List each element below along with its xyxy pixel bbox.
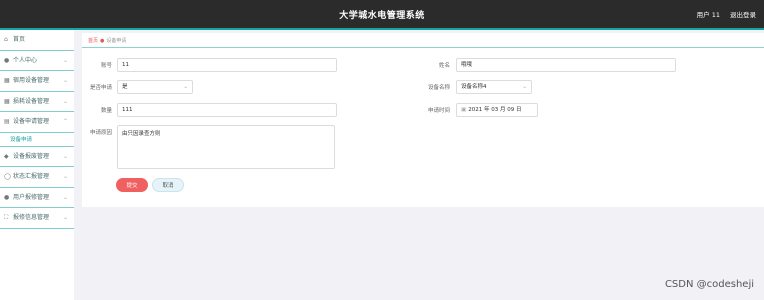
sidebar-item-home[interactable]: ⌂ 首页	[0, 30, 74, 51]
breadcrumb-current: 设备申请	[106, 38, 127, 44]
diamond-icon: ◆	[4, 152, 9, 160]
reason-textarea[interactable]: 由只因录查方则	[117, 125, 335, 169]
sidebar-item-label: 设备申请管理	[13, 118, 50, 125]
sidebar-item-personal-center[interactable]: ● 个人中心 ⌄	[0, 51, 74, 71]
sidebar-item-label: 报修信息管理	[13, 214, 50, 221]
account-label: 账号	[100, 63, 112, 69]
chevron-down-icon: ⌄	[62, 193, 68, 201]
sidebar-item-device-scrap[interactable]: ◆ 设备报废管理 ⌄	[0, 147, 74, 167]
app-title: 大学城水电管理系统	[339, 11, 425, 21]
cancel-button[interactable]: 取消	[152, 178, 184, 192]
list-icon: ▤	[4, 118, 10, 125]
qty-label: 数量	[100, 108, 112, 114]
chevron-down-icon: ⌄	[62, 56, 68, 64]
chevron-down-icon: ⌄	[62, 214, 68, 221]
sidebar-item-status-report[interactable]: ◯ 状态汇报管理 ⌄	[0, 167, 74, 188]
logout-link[interactable]: 退出登录	[730, 9, 756, 19]
chevron-down-icon: ⌄	[62, 173, 68, 180]
chevron-down-icon: ⌄	[522, 84, 527, 90]
chevron-down-icon: ⌄	[62, 152, 68, 160]
sidebar-item-label: 个人中心	[13, 56, 38, 64]
watermark: CSDN @codesheji	[664, 279, 754, 290]
submit-button[interactable]: 提交	[116, 178, 148, 192]
chevron-down-icon: ⌄	[62, 97, 68, 105]
sidebar-item-device-loss[interactable]: ▦ 损耗设备管理 ⌄	[0, 92, 74, 112]
header-divider	[0, 28, 764, 30]
sidebar-item-label: 宿用设备管理	[13, 77, 50, 84]
chevron-down-icon: ⌄	[62, 77, 68, 84]
device-select[interactable]: 设备名称4 ⌄	[456, 80, 532, 94]
sidebar-item-label: 用户报修管理	[13, 193, 50, 201]
calendar-icon: ▣	[461, 107, 467, 113]
chevron-down-icon: ⌄	[183, 84, 188, 90]
top-bar: 大学城水电管理系统 用户 11 退出登录	[0, 0, 764, 28]
breadcrumb-separator-icon: ●	[100, 38, 105, 44]
circle-icon: ◯	[4, 173, 11, 180]
apply-label: 是否申请	[89, 85, 112, 91]
date-label: 申请时间	[427, 108, 450, 114]
name-input[interactable]: 哦哦	[456, 58, 676, 72]
sidebar-item-device-use[interactable]: ▦ 宿用设备管理 ⌄	[0, 71, 74, 92]
grid-icon: ▦	[4, 97, 10, 105]
sidebar-item-label: 状态汇报管理	[13, 173, 50, 180]
sidebar-item-repair-info[interactable]: ⛶ 报修信息管理 ⌄	[0, 208, 74, 229]
breadcrumb-home[interactable]: 首页	[88, 38, 98, 44]
expand-icon: ⛶	[4, 214, 9, 221]
qty-input[interactable]: 111	[117, 103, 337, 117]
chevron-up-icon: ⌃	[62, 118, 68, 125]
sidebar-subitem-device-apply[interactable]: 设备申请	[0, 133, 74, 147]
user-icon: ●	[4, 193, 10, 201]
date-value: 2021 年 03 月 09 日	[468, 107, 522, 113]
grid-icon: ▦	[4, 77, 10, 84]
account-input[interactable]: 11	[117, 58, 337, 72]
device-select-value: 设备名称4	[461, 84, 487, 90]
user-icon: ●	[4, 56, 10, 64]
date-picker[interactable]: ▣ 2021 年 03 月 09 日	[456, 103, 538, 117]
sidebar-item-device-apply[interactable]: ▤ 设备申请管理 ⌃	[0, 112, 74, 133]
device-label: 设备名称	[427, 85, 450, 91]
sidebar: ⌂ 首页 ● 个人中心 ⌄ ▦ 宿用设备管理 ⌄ ▦ 损耗设备管理 ⌄ ▤ 设备…	[0, 30, 74, 300]
home-icon: ⌂	[4, 36, 8, 43]
sidebar-item-label: 首页	[13, 36, 26, 43]
user-info: 用户 11	[696, 11, 720, 19]
apply-select-value: 是	[122, 84, 128, 90]
sidebar-item-label: 设备报废管理	[13, 152, 50, 160]
main-content: 首页 ● 设备申请 账号 11 姓名 哦哦 是否申请 是 ⌄ 设备名称 设备名称4 …	[82, 33, 764, 207]
name-label: 姓名	[438, 63, 450, 69]
reason-label: 申请原因	[89, 130, 112, 136]
apply-select[interactable]: 是 ⌄	[117, 80, 193, 94]
breadcrumb-divider	[82, 47, 764, 48]
sidebar-item-label: 损耗设备管理	[13, 97, 50, 105]
breadcrumb: 首页 ● 设备申请	[88, 37, 126, 44]
sidebar-item-user-repair[interactable]: ● 用户报修管理 ⌄	[0, 188, 74, 208]
